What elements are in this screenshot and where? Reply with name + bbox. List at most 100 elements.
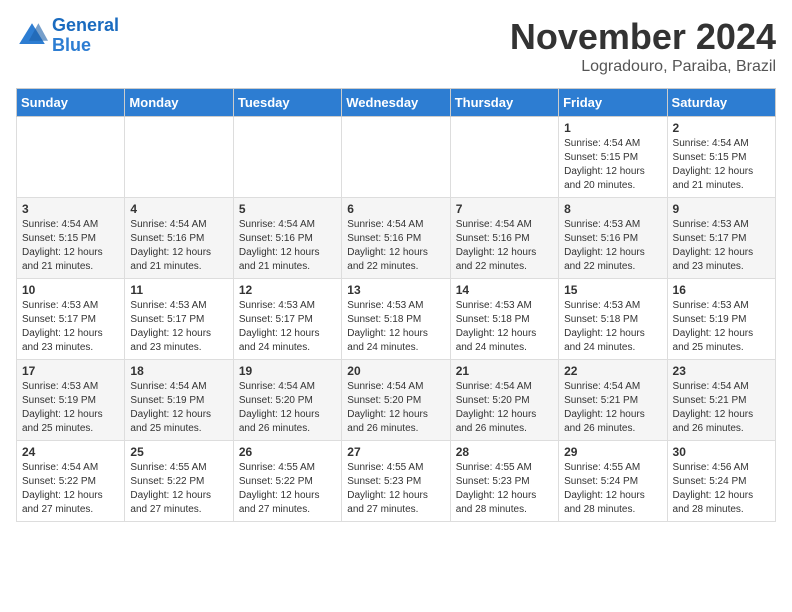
day-number: 13: [347, 283, 444, 297]
calendar-table: SundayMondayTuesdayWednesdayThursdayFrid…: [16, 88, 776, 522]
day-info: Sunrise: 4:54 AM Sunset: 5:21 PM Dayligh…: [564, 380, 661, 436]
day-cell: 26Sunrise: 4:55 AM Sunset: 5:22 PM Dayli…: [233, 441, 341, 522]
day-cell: 19Sunrise: 4:54 AM Sunset: 5:20 PM Dayli…: [233, 360, 341, 441]
weekday-header-row: SundayMondayTuesdayWednesdayThursdayFrid…: [17, 89, 776, 117]
day-number: 29: [564, 445, 661, 459]
day-info: Sunrise: 4:54 AM Sunset: 5:15 PM Dayligh…: [564, 137, 661, 193]
week-row-2: 3 Sunrise: 4:54 AM Sunset: 5:15 PM Daylig…: [17, 198, 776, 279]
day-number: 24: [22, 445, 119, 459]
day-info: Sunrise: 4:53 AM Sunset: 5:19 PM Dayligh…: [22, 380, 119, 436]
weekday-header-wednesday: Wednesday: [342, 89, 450, 117]
day-cell: 28 Sunrise: 4:55 AM Sunset: 5:23 PM Dayli…: [450, 441, 558, 522]
day-number: 18: [130, 364, 227, 378]
day-cell: [17, 117, 125, 198]
day-number: 12: [239, 283, 336, 297]
weekday-header-thursday: Thursday: [450, 89, 558, 117]
day-number: 1: [564, 121, 661, 135]
logo-icon: [16, 20, 48, 52]
day-number: 5: [239, 202, 336, 216]
week-row-3: 10 Sunrise: 4:53 AM Sunset: 5:17 PM Dayli…: [17, 279, 776, 360]
day-number: 3: [22, 202, 119, 216]
day-info: Sunrise: 4:54 AM Sunset: 5:20 PM Dayligh…: [347, 380, 444, 436]
day-info: Sunrise: 4:54 AM Sunset: 5:16 PM Dayligh…: [347, 218, 444, 274]
day-number: 16: [673, 283, 770, 297]
day-number: 2: [673, 121, 770, 135]
month-title: November 2024: [510, 16, 776, 58]
weekday-header-monday: Monday: [125, 89, 233, 117]
day-cell: 27 Sunrise: 4:55 AM Sunset: 5:23 PM Dayli…: [342, 441, 450, 522]
day-cell: [450, 117, 558, 198]
day-info: Sunrise: 4:54 AM Sunset: 5:16 PM Dayligh…: [239, 218, 336, 274]
week-row-1: 1 Sunrise: 4:54 AM Sunset: 5:15 PM Daylig…: [17, 117, 776, 198]
day-cell: 20 Sunrise: 4:54 AM Sunset: 5:20 PM Dayli…: [342, 360, 450, 441]
day-number: 10: [22, 283, 119, 297]
day-cell: [342, 117, 450, 198]
day-number: 8: [564, 202, 661, 216]
day-info: Sunrise: 4:55 AM Sunset: 5:24 PM Dayligh…: [564, 461, 661, 517]
day-info: Sunrise: 4:56 AM Sunset: 5:24 PM Dayligh…: [673, 461, 770, 517]
day-number: 28: [456, 445, 553, 459]
day-info: Sunrise: 4:54 AM Sunset: 5:20 PM Dayligh…: [239, 380, 336, 436]
day-cell: 5 Sunrise: 4:54 AM Sunset: 5:16 PM Daylig…: [233, 198, 341, 279]
day-number: 4: [130, 202, 227, 216]
location: Logradouro, Paraiba, Brazil: [510, 58, 776, 76]
day-info: Sunrise: 4:55 AM Sunset: 5:22 PM Dayligh…: [239, 461, 336, 517]
day-cell: 16 Sunrise: 4:53 AM Sunset: 5:19 PM Dayli…: [667, 279, 775, 360]
day-number: 27: [347, 445, 444, 459]
day-cell: 7Sunrise: 4:54 AM Sunset: 5:16 PM Daylig…: [450, 198, 558, 279]
day-info: Sunrise: 4:55 AM Sunset: 5:22 PM Dayligh…: [130, 461, 227, 517]
day-info: Sunrise: 4:53 AM Sunset: 5:17 PM Dayligh…: [239, 299, 336, 355]
day-cell: 8Sunrise: 4:53 AM Sunset: 5:16 PM Daylig…: [559, 198, 667, 279]
day-info: Sunrise: 4:54 AM Sunset: 5:16 PM Dayligh…: [130, 218, 227, 274]
day-number: 11: [130, 283, 227, 297]
day-info: Sunrise: 4:53 AM Sunset: 5:18 PM Dayligh…: [564, 299, 661, 355]
logo-text: General Blue: [52, 16, 119, 56]
day-number: 6: [347, 202, 444, 216]
day-cell: [125, 117, 233, 198]
day-cell: 30Sunrise: 4:56 AM Sunset: 5:24 PM Dayli…: [667, 441, 775, 522]
day-number: 20: [347, 364, 444, 378]
day-cell: 1 Sunrise: 4:54 AM Sunset: 5:15 PM Daylig…: [559, 117, 667, 198]
day-cell: 12 Sunrise: 4:53 AM Sunset: 5:17 PM Dayli…: [233, 279, 341, 360]
day-cell: 24Sunrise: 4:54 AM Sunset: 5:22 PM Dayli…: [17, 441, 125, 522]
day-number: 9: [673, 202, 770, 216]
day-info: Sunrise: 4:54 AM Sunset: 5:21 PM Dayligh…: [673, 380, 770, 436]
weekday-header-saturday: Saturday: [667, 89, 775, 117]
day-info: Sunrise: 4:53 AM Sunset: 5:17 PM Dayligh…: [673, 218, 770, 274]
day-cell: 25 Sunrise: 4:55 AM Sunset: 5:22 PM Dayli…: [125, 441, 233, 522]
day-number: 17: [22, 364, 119, 378]
day-info: Sunrise: 4:55 AM Sunset: 5:23 PM Dayligh…: [347, 461, 444, 517]
day-info: Sunrise: 4:53 AM Sunset: 5:19 PM Dayligh…: [673, 299, 770, 355]
day-cell: 23Sunrise: 4:54 AM Sunset: 5:21 PM Dayli…: [667, 360, 775, 441]
day-cell: 6 Sunrise: 4:54 AM Sunset: 5:16 PM Daylig…: [342, 198, 450, 279]
day-info: Sunrise: 4:54 AM Sunset: 5:15 PM Dayligh…: [22, 218, 119, 274]
day-info: Sunrise: 4:54 AM Sunset: 5:19 PM Dayligh…: [130, 380, 227, 436]
weekday-header-tuesday: Tuesday: [233, 89, 341, 117]
day-info: Sunrise: 4:53 AM Sunset: 5:18 PM Dayligh…: [456, 299, 553, 355]
day-cell: 2 Sunrise: 4:54 AM Sunset: 5:15 PM Daylig…: [667, 117, 775, 198]
title-block: November 2024 Logradouro, Paraiba, Brazi…: [510, 16, 776, 76]
day-cell: 17 Sunrise: 4:53 AM Sunset: 5:19 PM Dayli…: [17, 360, 125, 441]
day-number: 25: [130, 445, 227, 459]
week-row-4: 17 Sunrise: 4:53 AM Sunset: 5:19 PM Dayli…: [17, 360, 776, 441]
day-cell: [233, 117, 341, 198]
day-info: Sunrise: 4:55 AM Sunset: 5:23 PM Dayligh…: [456, 461, 553, 517]
weekday-header-friday: Friday: [559, 89, 667, 117]
day-cell: 14 Sunrise: 4:53 AM Sunset: 5:18 PM Dayli…: [450, 279, 558, 360]
day-cell: 4 Sunrise: 4:54 AM Sunset: 5:16 PM Daylig…: [125, 198, 233, 279]
day-cell: 29 Sunrise: 4:55 AM Sunset: 5:24 PM Dayli…: [559, 441, 667, 522]
day-info: Sunrise: 4:54 AM Sunset: 5:15 PM Dayligh…: [673, 137, 770, 193]
week-row-5: 24Sunrise: 4:54 AM Sunset: 5:22 PM Dayli…: [17, 441, 776, 522]
day-cell: 9 Sunrise: 4:53 AM Sunset: 5:17 PM Daylig…: [667, 198, 775, 279]
day-cell: 10Sunrise: 4:53 AM Sunset: 5:17 PM Dayli…: [17, 279, 125, 360]
day-cell: 13 Sunrise: 4:53 AM Sunset: 5:18 PM Dayli…: [342, 279, 450, 360]
day-number: 15: [564, 283, 661, 297]
day-info: Sunrise: 4:53 AM Sunset: 5:18 PM Dayligh…: [347, 299, 444, 355]
logo: General Blue: [16, 16, 119, 56]
day-number: 7: [456, 202, 553, 216]
day-number: 22: [564, 364, 661, 378]
day-cell: 21Sunrise: 4:54 AM Sunset: 5:20 PM Dayli…: [450, 360, 558, 441]
day-cell: 3 Sunrise: 4:54 AM Sunset: 5:15 PM Daylig…: [17, 198, 125, 279]
day-number: 14: [456, 283, 553, 297]
page-header: General Blue November 2024 Logradouro, P…: [16, 16, 776, 76]
